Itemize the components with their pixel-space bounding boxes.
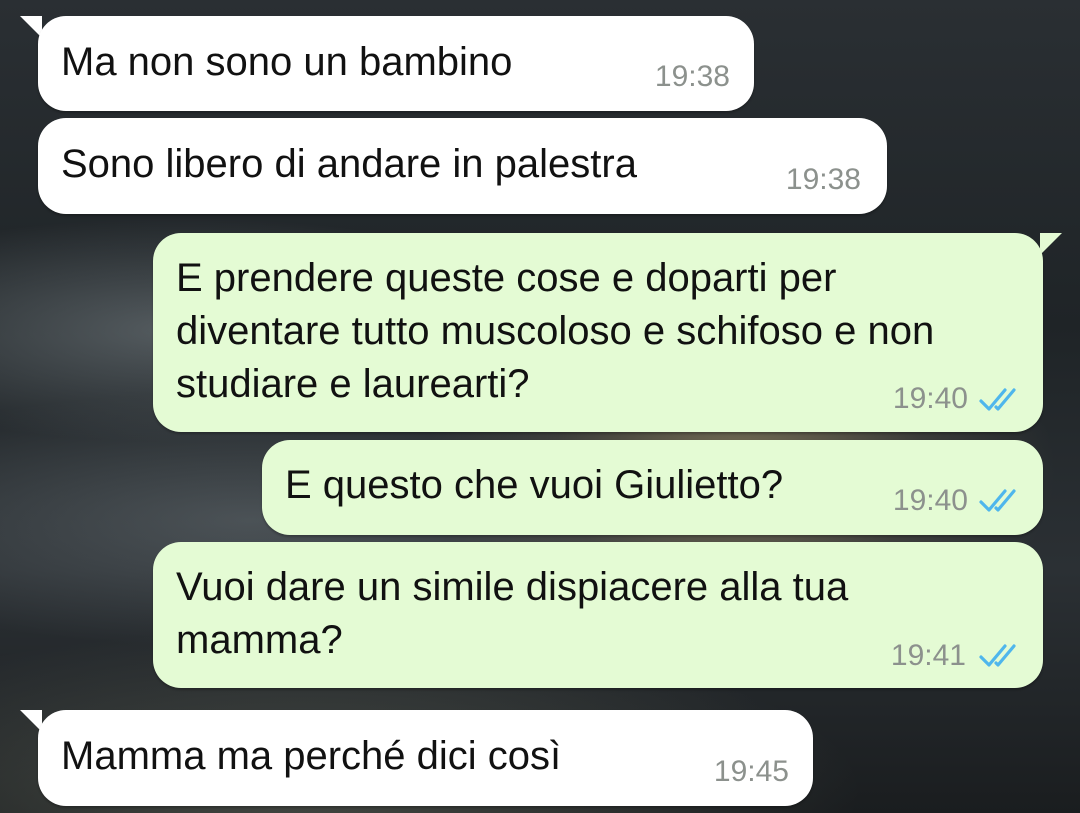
message-bubble-outgoing[interactable]: E questo che vuoi Giulietto? 19:40 — [262, 440, 1043, 535]
message-bubble-incoming[interactable]: Mamma ma perché dici così 19:45 — [38, 710, 813, 806]
message-text: Mamma ma perché dici così — [61, 734, 562, 778]
double-check-icon — [979, 388, 1016, 411]
message-timestamp: 19:38 — [654, 60, 730, 93]
message-timestamp: 19:38 — [785, 163, 861, 196]
message-timestamp: 19:40 — [892, 484, 968, 517]
message-bubble-incoming[interactable]: Ma non sono un bambino 19:38 — [38, 16, 754, 111]
double-check-icon — [979, 489, 1016, 512]
message-timestamp: 19:45 — [713, 755, 789, 788]
message-text: Ma non sono un bambino — [61, 40, 513, 84]
bubble-tail — [1040, 233, 1062, 255]
message-text: Vuoi dare un simile dispiacere alla tua … — [176, 565, 849, 662]
message-text: E questo che vuoi Giulietto? — [285, 463, 784, 507]
message-text: Sono libero di andare in palestra — [61, 142, 637, 186]
message-text: E prendere queste cose e doparti per div… — [176, 256, 935, 406]
message-timestamp: 19:41 — [890, 639, 966, 672]
double-check-icon — [979, 644, 1016, 667]
message-timestamp: 19:40 — [892, 382, 968, 415]
message-bubble-outgoing[interactable]: Vuoi dare un simile dispiacere alla tua … — [153, 542, 1043, 688]
message-bubble-incoming[interactable]: Sono libero di andare in palestra 19:38 — [38, 118, 887, 214]
message-bubble-outgoing[interactable]: E prendere queste cose e doparti per div… — [153, 233, 1043, 432]
